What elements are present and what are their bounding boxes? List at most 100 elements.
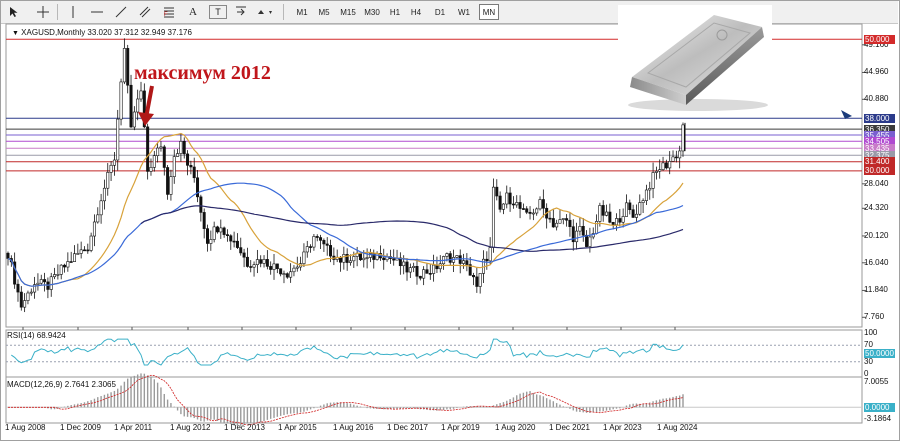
candle-body xyxy=(122,48,126,83)
candle-body xyxy=(598,205,602,222)
candle-body xyxy=(671,156,675,162)
candle-body xyxy=(618,218,622,223)
candle-body xyxy=(23,300,27,308)
candle-body xyxy=(269,266,273,270)
candle-body xyxy=(202,212,206,229)
candle-body xyxy=(348,260,352,263)
macd-current-tag: 0.0000 xyxy=(864,402,895,412)
candle-body xyxy=(149,167,153,172)
candle-body xyxy=(495,186,499,197)
price-axis-label: 20.120 xyxy=(864,230,889,240)
candle-body xyxy=(418,275,422,279)
annotation-arrow-head xyxy=(138,112,154,126)
candle-body xyxy=(206,228,210,244)
candle-body xyxy=(152,155,156,168)
rsi-line xyxy=(11,338,684,366)
candle-body xyxy=(252,264,256,268)
rsi-axis-label: 70 xyxy=(864,340,873,350)
level-price-tag: 38.000 xyxy=(864,113,895,123)
candle-body xyxy=(472,275,476,278)
candle-body xyxy=(136,98,140,113)
candle-body xyxy=(382,257,386,261)
candle-body xyxy=(485,258,489,262)
candle-body xyxy=(272,263,276,270)
date-axis-label: 1 Apr 2015 xyxy=(278,423,317,432)
candle-body xyxy=(109,164,113,173)
date-axis-label: 1 Aug 2020 xyxy=(495,423,536,432)
candle-body xyxy=(96,214,100,223)
collapse-triangle-icon[interactable]: ▼ xyxy=(12,30,19,37)
candle-body xyxy=(29,291,33,294)
candle-body xyxy=(624,202,628,217)
date-axis-label: 1 Dec 2021 xyxy=(549,423,590,432)
date-axis-label: 1 Dec 2009 xyxy=(60,423,101,432)
candle-body xyxy=(255,259,259,265)
candle-body xyxy=(169,176,173,195)
candle-body xyxy=(212,226,216,240)
date-axis-label: 1 Aug 2012 xyxy=(170,423,211,432)
level-price-tag: 50.000 xyxy=(864,34,895,44)
candle-body xyxy=(295,266,299,269)
candle-body xyxy=(182,141,186,155)
candle-body xyxy=(658,169,662,172)
candle-body xyxy=(302,251,306,264)
candle-body xyxy=(162,146,166,168)
candle-body xyxy=(511,203,515,206)
candle-body xyxy=(186,153,190,166)
candle-body xyxy=(239,247,243,254)
candle-body xyxy=(229,235,233,242)
candle-body xyxy=(53,274,57,278)
candle-body xyxy=(541,199,545,209)
candle-body xyxy=(505,192,509,205)
candle-body xyxy=(106,172,110,189)
annotation-caption: максимум 2012 xyxy=(134,62,271,84)
price-axis-label: 40.880 xyxy=(864,94,889,104)
candle-body xyxy=(225,234,229,237)
macd-label: MACD(12,26,9) 2.7641 2.3065 xyxy=(7,380,116,389)
candle-body xyxy=(588,236,592,247)
candle-body xyxy=(129,84,133,128)
candle-body xyxy=(199,196,203,213)
price-axis-label: 28.040 xyxy=(864,178,889,188)
candle-body xyxy=(515,202,519,206)
candle-body xyxy=(156,147,160,157)
candle-body xyxy=(578,226,582,232)
candle-body xyxy=(292,267,296,273)
candle-body xyxy=(245,256,249,267)
candle-body xyxy=(475,276,479,287)
candle-body xyxy=(89,235,93,251)
candle-body xyxy=(59,264,63,275)
candle-body xyxy=(73,253,77,262)
candle-body xyxy=(634,213,638,218)
macd-axis-label: -3.1864 xyxy=(864,413,892,423)
price-axis-label: 7.760 xyxy=(864,312,885,322)
candle-body xyxy=(43,279,47,283)
candle-body xyxy=(242,252,246,258)
candle-body xyxy=(654,170,658,173)
date-axis-label: 1 Dec 2013 xyxy=(224,423,265,432)
candle-body xyxy=(641,200,645,203)
candle-body xyxy=(112,159,116,166)
date-axis-label: 1 Apr 2019 xyxy=(441,423,480,432)
candle-body xyxy=(405,261,409,273)
candle-body xyxy=(611,221,615,226)
candle-body xyxy=(102,187,106,202)
candle-body xyxy=(664,162,668,169)
candle-body xyxy=(445,253,449,257)
candle-body xyxy=(172,156,176,177)
candle-body xyxy=(76,253,80,255)
candle-body xyxy=(166,167,170,195)
macd-axis-label: 7.0055 xyxy=(864,376,889,386)
candle-body xyxy=(551,218,555,228)
candle-body xyxy=(428,273,432,275)
candle-body xyxy=(358,252,362,261)
candle-body xyxy=(56,274,60,276)
candle-body xyxy=(352,256,356,262)
candle-body xyxy=(315,236,319,238)
candle-body xyxy=(458,255,462,264)
candle-body xyxy=(232,240,236,243)
candle-body xyxy=(648,188,652,191)
candle-body xyxy=(528,211,532,214)
candle-body xyxy=(259,259,263,264)
candle-body xyxy=(92,221,96,237)
